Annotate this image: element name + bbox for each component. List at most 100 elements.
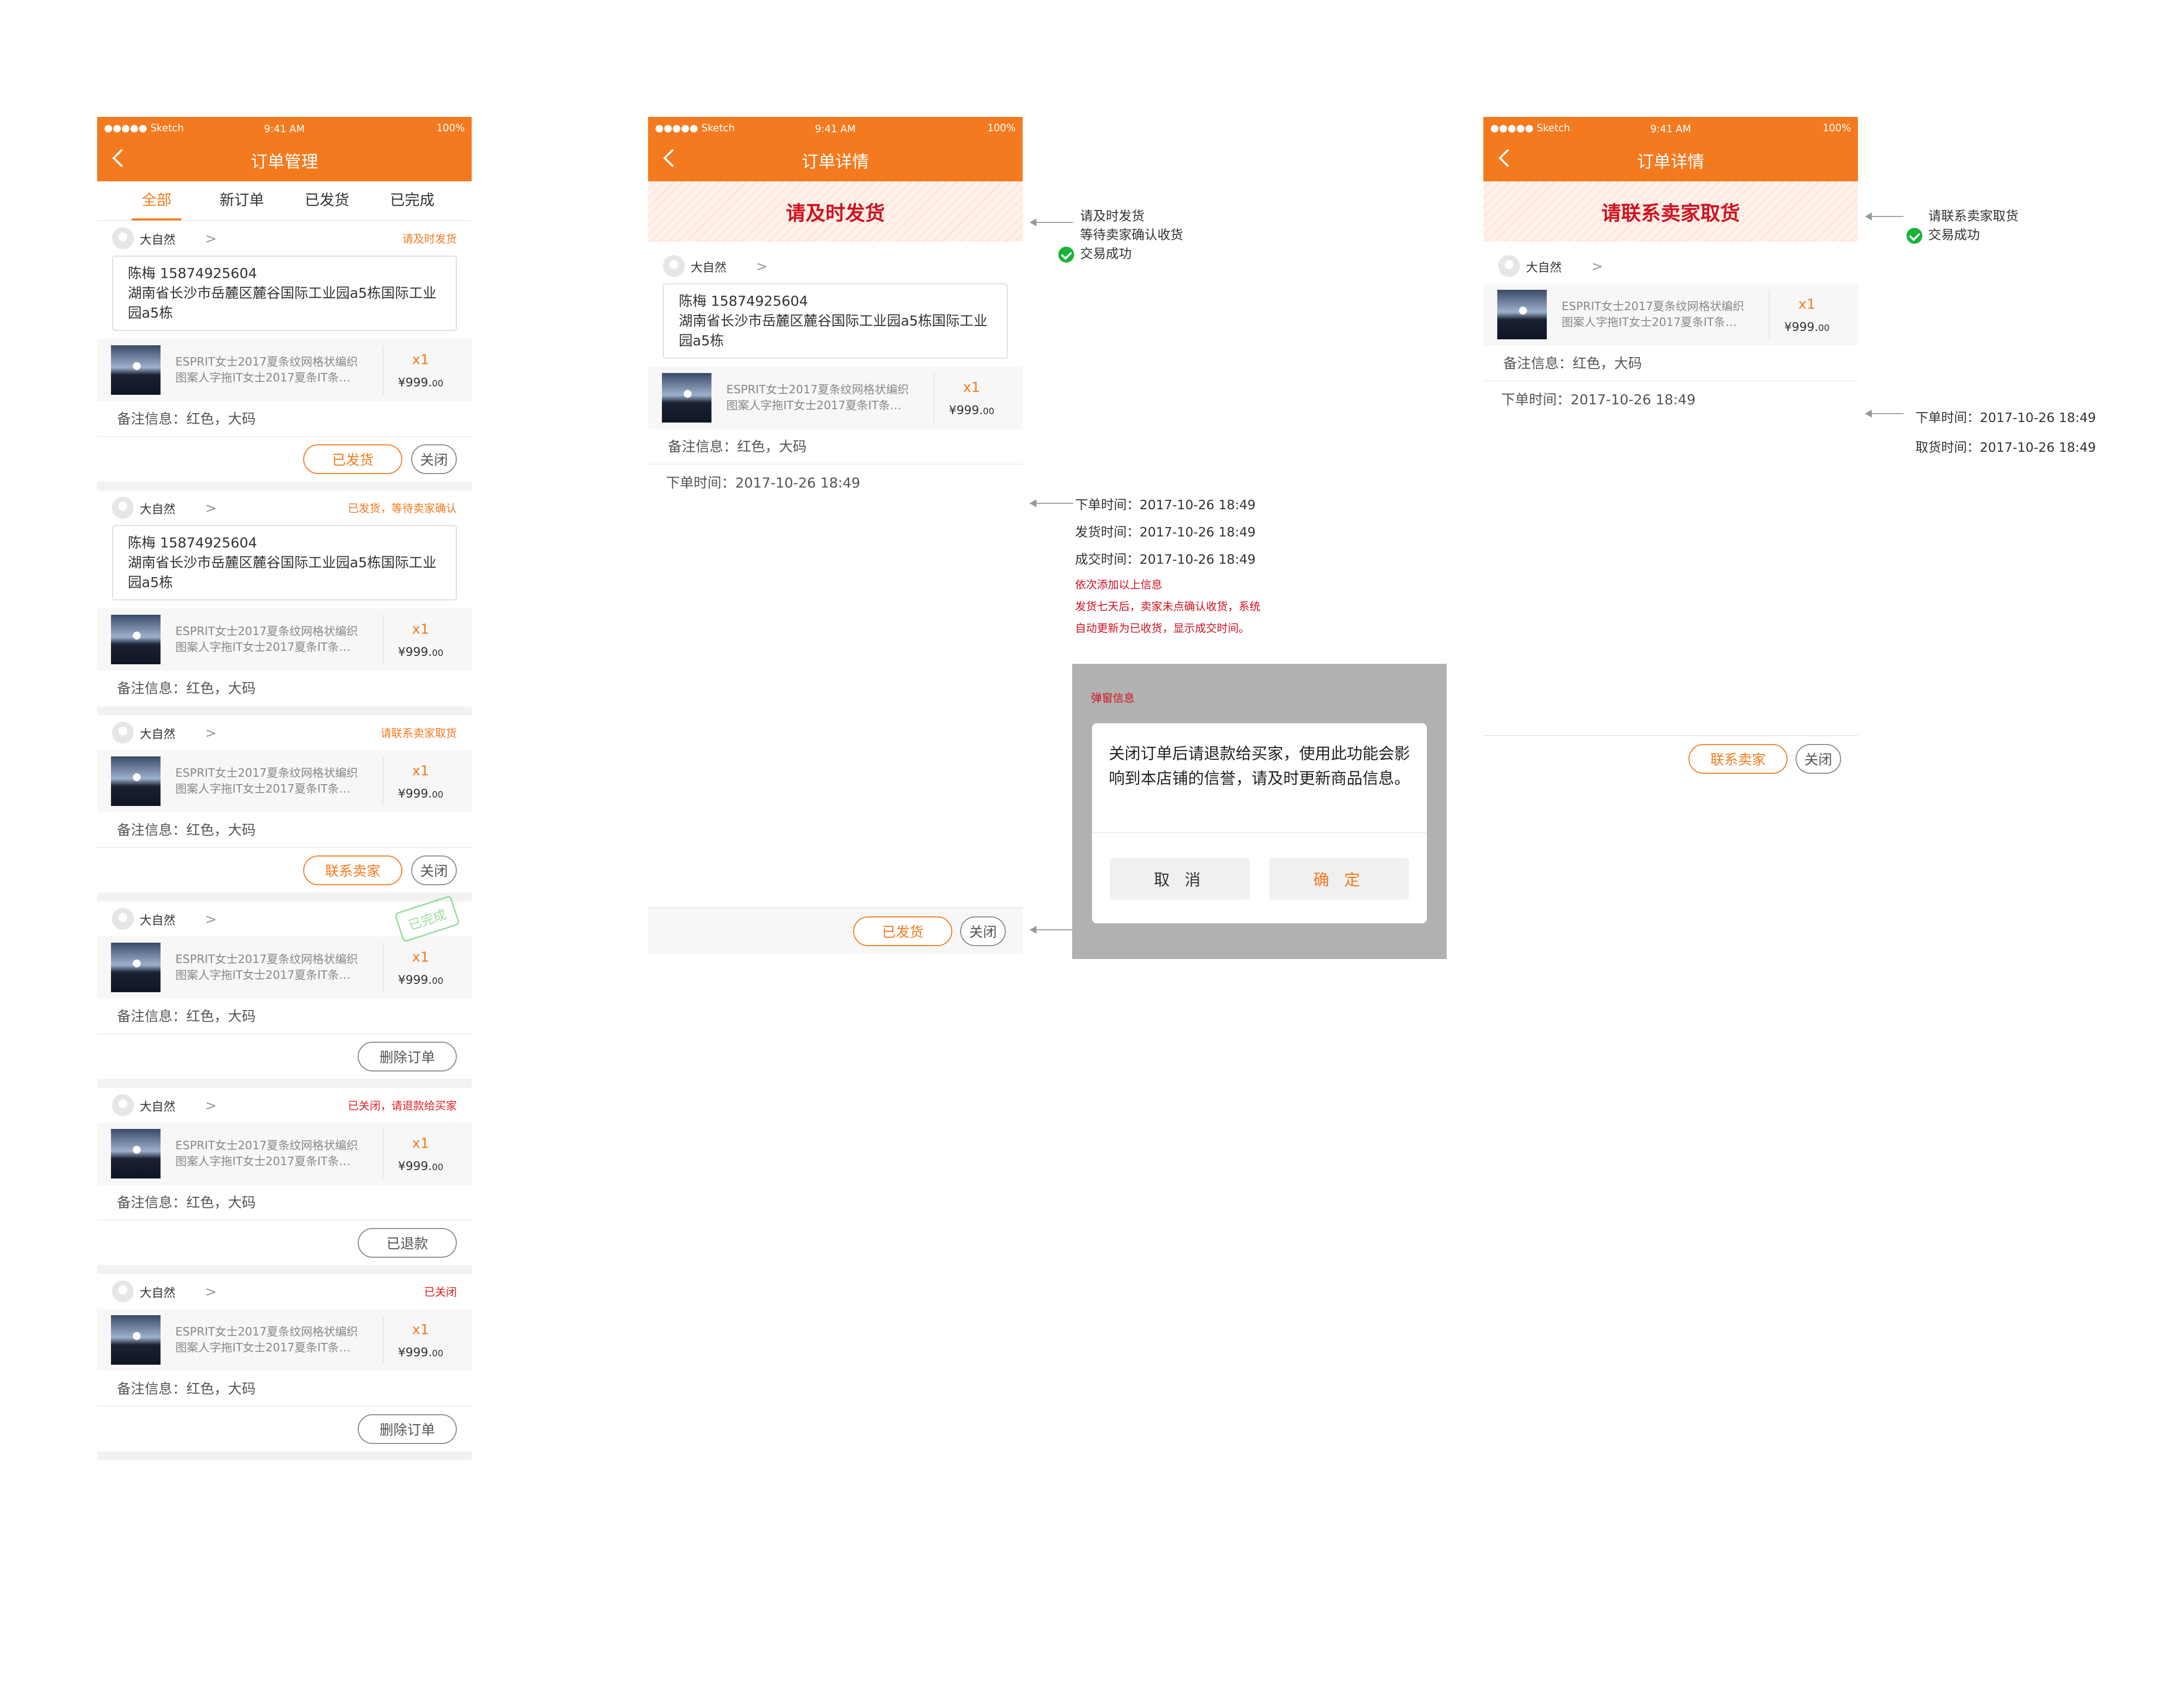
status-time: 9:41 AM — [264, 123, 305, 135]
shop-name: 大自然 — [1526, 260, 1562, 274]
shop-name: 大自然 — [140, 1099, 175, 1114]
remark: 备注信息：红色，大码 — [97, 401, 472, 437]
contact-seller-button[interactable]: 联系卖家 — [1688, 744, 1788, 774]
annotation-arrow — [1865, 410, 1904, 418]
shipped-button[interactable]: 已发货 — [853, 916, 952, 946]
shop-row[interactable]: 大自然 > 已发货，等待卖家确认 — [97, 490, 472, 525]
contact: 陈梅 15874925604 — [128, 534, 257, 551]
product-row[interactable]: ESPRIT女士2017夏条纹网格状编织 图案人字拖IT女士2017夏条IT条…… — [648, 367, 1023, 429]
avatar — [1498, 255, 1520, 277]
back-icon[interactable] — [663, 149, 682, 167]
quantity: x1 — [412, 351, 430, 368]
product-line1: ESPRIT女士2017夏条纹网格状编织 — [1562, 300, 1744, 313]
shop-row[interactable]: 大自然 > 请联系卖家取货 — [97, 715, 472, 750]
nav-bar: 订单管理 — [97, 139, 472, 181]
price: ¥999.00 — [383, 787, 458, 801]
rule-note-1: 依次添加以上信息 — [1075, 579, 1163, 591]
delete-order-button[interactable]: 删除订单 — [358, 1042, 457, 1071]
product-row[interactable]: ESPRIT女士2017夏条纹网格状编织 图案人字拖IT女士2017夏条IT条…… — [97, 936, 472, 999]
dialog-message: 关闭订单后请退款给买家，使用此功能会影响到本店铺的信誉，请及时更新商品信息。 — [1092, 723, 1427, 833]
product-row[interactable]: ESPRIT女士2017夏条纹网格状编织 图案人字拖IT女士2017夏条IT条…… — [1483, 283, 1858, 346]
status-banner: 请及时发货 — [648, 181, 1023, 242]
product-row[interactable]: ESPRIT女士2017夏条纹网格状编织 图案人字拖IT女士2017夏条IT条…… — [97, 1309, 472, 1371]
close-button[interactable]: 关闭 — [960, 916, 1006, 946]
product-row[interactable]: ESPRIT女士2017夏条纹网格状编织 图案人字拖IT女士2017夏条IT条…… — [97, 608, 472, 671]
status-notes: 请联系卖家取货 交易成功 — [1906, 207, 2018, 245]
close-button[interactable]: 关闭 — [411, 855, 457, 885]
product-row[interactable]: ESPRIT女士2017夏条纹网格状编织 图案人字拖IT女士2017夏条IT条…… — [97, 339, 472, 401]
price-block: x1 ¥999.00 — [1770, 296, 1844, 334]
price-block: x1 ¥999.00 — [383, 1321, 458, 1359]
price: ¥999.00 — [934, 403, 1009, 417]
back-icon[interactable] — [112, 149, 131, 167]
remark: 备注信息：红色，大码 — [97, 999, 472, 1034]
tab-all[interactable]: 全部 — [114, 181, 199, 220]
product-line1: ESPRIT女士2017夏条纹网格状编织 — [175, 1139, 358, 1152]
shop-row[interactable]: 大自然 > 已关闭，请退款给买家 — [97, 1088, 472, 1122]
product-line2: 图案人字拖IT女士2017夏条IT条… — [175, 969, 351, 982]
note-status-2: 交易成功 — [1906, 226, 2018, 245]
bottom-action-bar: 联系卖家 关闭 — [1483, 735, 1858, 782]
quantity: x1 — [412, 620, 430, 637]
avatar — [663, 255, 685, 277]
confirm-button[interactable]: 确 定 — [1269, 858, 1409, 900]
cancel-button[interactable]: 取 消 — [1110, 858, 1250, 900]
actions: 联系卖家 关闭 — [97, 848, 472, 893]
price-block: x1 ¥999.00 — [383, 351, 458, 389]
price-block: x1 ¥999.00 — [383, 621, 458, 659]
delete-order-button[interactable]: 删除订单 — [358, 1414, 457, 1444]
product-title: ESPRIT女士2017夏条纹网格状编织 图案人字拖IT女士2017夏条IT条… — [711, 373, 934, 423]
product-line1: ESPRIT女士2017夏条纹网格状编织 — [175, 356, 358, 369]
close-order-dialog-mockup: 弹窗信息 关闭订单后请退款给买家，使用此功能会影响到本店铺的信誉，请及时更新商品… — [1072, 664, 1447, 959]
product-thumbnail — [111, 1129, 161, 1178]
rule-notes: 依次添加以上信息 发货七天后，卖家未点确认收货，系统 自动更新为已收货，显示成交… — [1075, 575, 1260, 640]
product-thumbnail — [111, 943, 161, 992]
shop-row[interactable]: 大自然 > — [1483, 249, 1858, 283]
shop-name: 大自然 — [140, 727, 175, 741]
contact: 陈梅 15874925604 — [128, 265, 257, 281]
tab-new[interactable]: 新订单 — [199, 181, 284, 220]
product-row[interactable]: ESPRIT女士2017夏条纹网格状编织 图案人字拖IT女士2017夏条IT条…… — [97, 1122, 472, 1185]
product-row[interactable]: ESPRIT女士2017夏条纹网格状编织 图案人字拖IT女士2017夏条IT条…… — [97, 750, 472, 812]
avatar — [112, 722, 134, 744]
product-thumbnail — [111, 1315, 161, 1365]
product-line2: 图案人字拖IT女士2017夏条IT条… — [175, 1341, 351, 1354]
price-cents: 00 — [982, 406, 994, 417]
product-line1: ESPRIT女士2017夏条纹网格状编织 — [175, 625, 358, 638]
actions: 删除订单 — [97, 1034, 472, 1079]
quantity: x1 — [412, 762, 430, 779]
address-box: 陈梅 15874925604 湖南省长沙市岳麓区麓谷国际工业园a5栋国际工业园a… — [112, 525, 457, 600]
avatar — [112, 227, 134, 249]
close-button[interactable]: 关闭 — [1796, 744, 1841, 774]
shop-name: 大自然 — [140, 913, 175, 927]
avatar — [112, 908, 134, 930]
back-icon[interactable] — [1498, 149, 1517, 167]
tab-shipped[interactable]: 已发货 — [284, 181, 370, 220]
order-status: 请及时发货 — [402, 233, 457, 246]
product-line1: ESPRIT女士2017夏条纹网格状编织 — [726, 383, 909, 396]
product-line1: ESPRIT女士2017夏条纹网格状编织 — [175, 953, 358, 966]
shop-row[interactable]: 大自然 > 请及时发货 — [97, 221, 472, 256]
price: ¥999.00 — [383, 375, 458, 389]
order-time: 下单时间：2017-10-26 18:49 — [666, 475, 861, 491]
status-banner: 请联系卖家取货 — [1483, 181, 1858, 242]
note-status-2: 等待卖家确认收货 — [1080, 228, 1184, 243]
shop-row[interactable]: 大自然 > 已完成 — [97, 895, 472, 943]
note-order-time: 下单时间：2017-10-26 18:49 — [1915, 411, 2096, 426]
price-cents: 00 — [432, 975, 443, 986]
address-box: 陈梅 15874925604 湖南省长沙市岳麓区麓谷国际工业园a5栋国际工业园a… — [112, 256, 457, 331]
shop-row[interactable]: 大自然 > 已关闭 — [97, 1274, 472, 1309]
price: ¥999.00 — [383, 1345, 458, 1359]
shipped-button[interactable]: 已发货 — [303, 444, 402, 474]
product-line2: 图案人字拖IT女士2017夏条IT条… — [175, 1155, 351, 1168]
chevron-right-icon: > — [205, 910, 217, 927]
tab-completed[interactable]: 已完成 — [370, 181, 455, 220]
status-time: 9:41 AM — [815, 123, 856, 135]
price-main: ¥999. — [398, 972, 432, 987]
contact-seller-button[interactable]: 联系卖家 — [303, 855, 402, 885]
product-line2: 图案人字拖IT女士2017夏条IT条… — [175, 372, 351, 384]
shop-row[interactable]: 大自然 > — [648, 249, 1023, 283]
close-button[interactable]: 关闭 — [411, 444, 457, 474]
order-card: 大自然 > 已关闭 ESPRIT女士2017夏条纹网格状编织 图案人字拖IT女士… — [97, 1274, 472, 1460]
refunded-button[interactable]: 已退款 — [358, 1228, 457, 1258]
